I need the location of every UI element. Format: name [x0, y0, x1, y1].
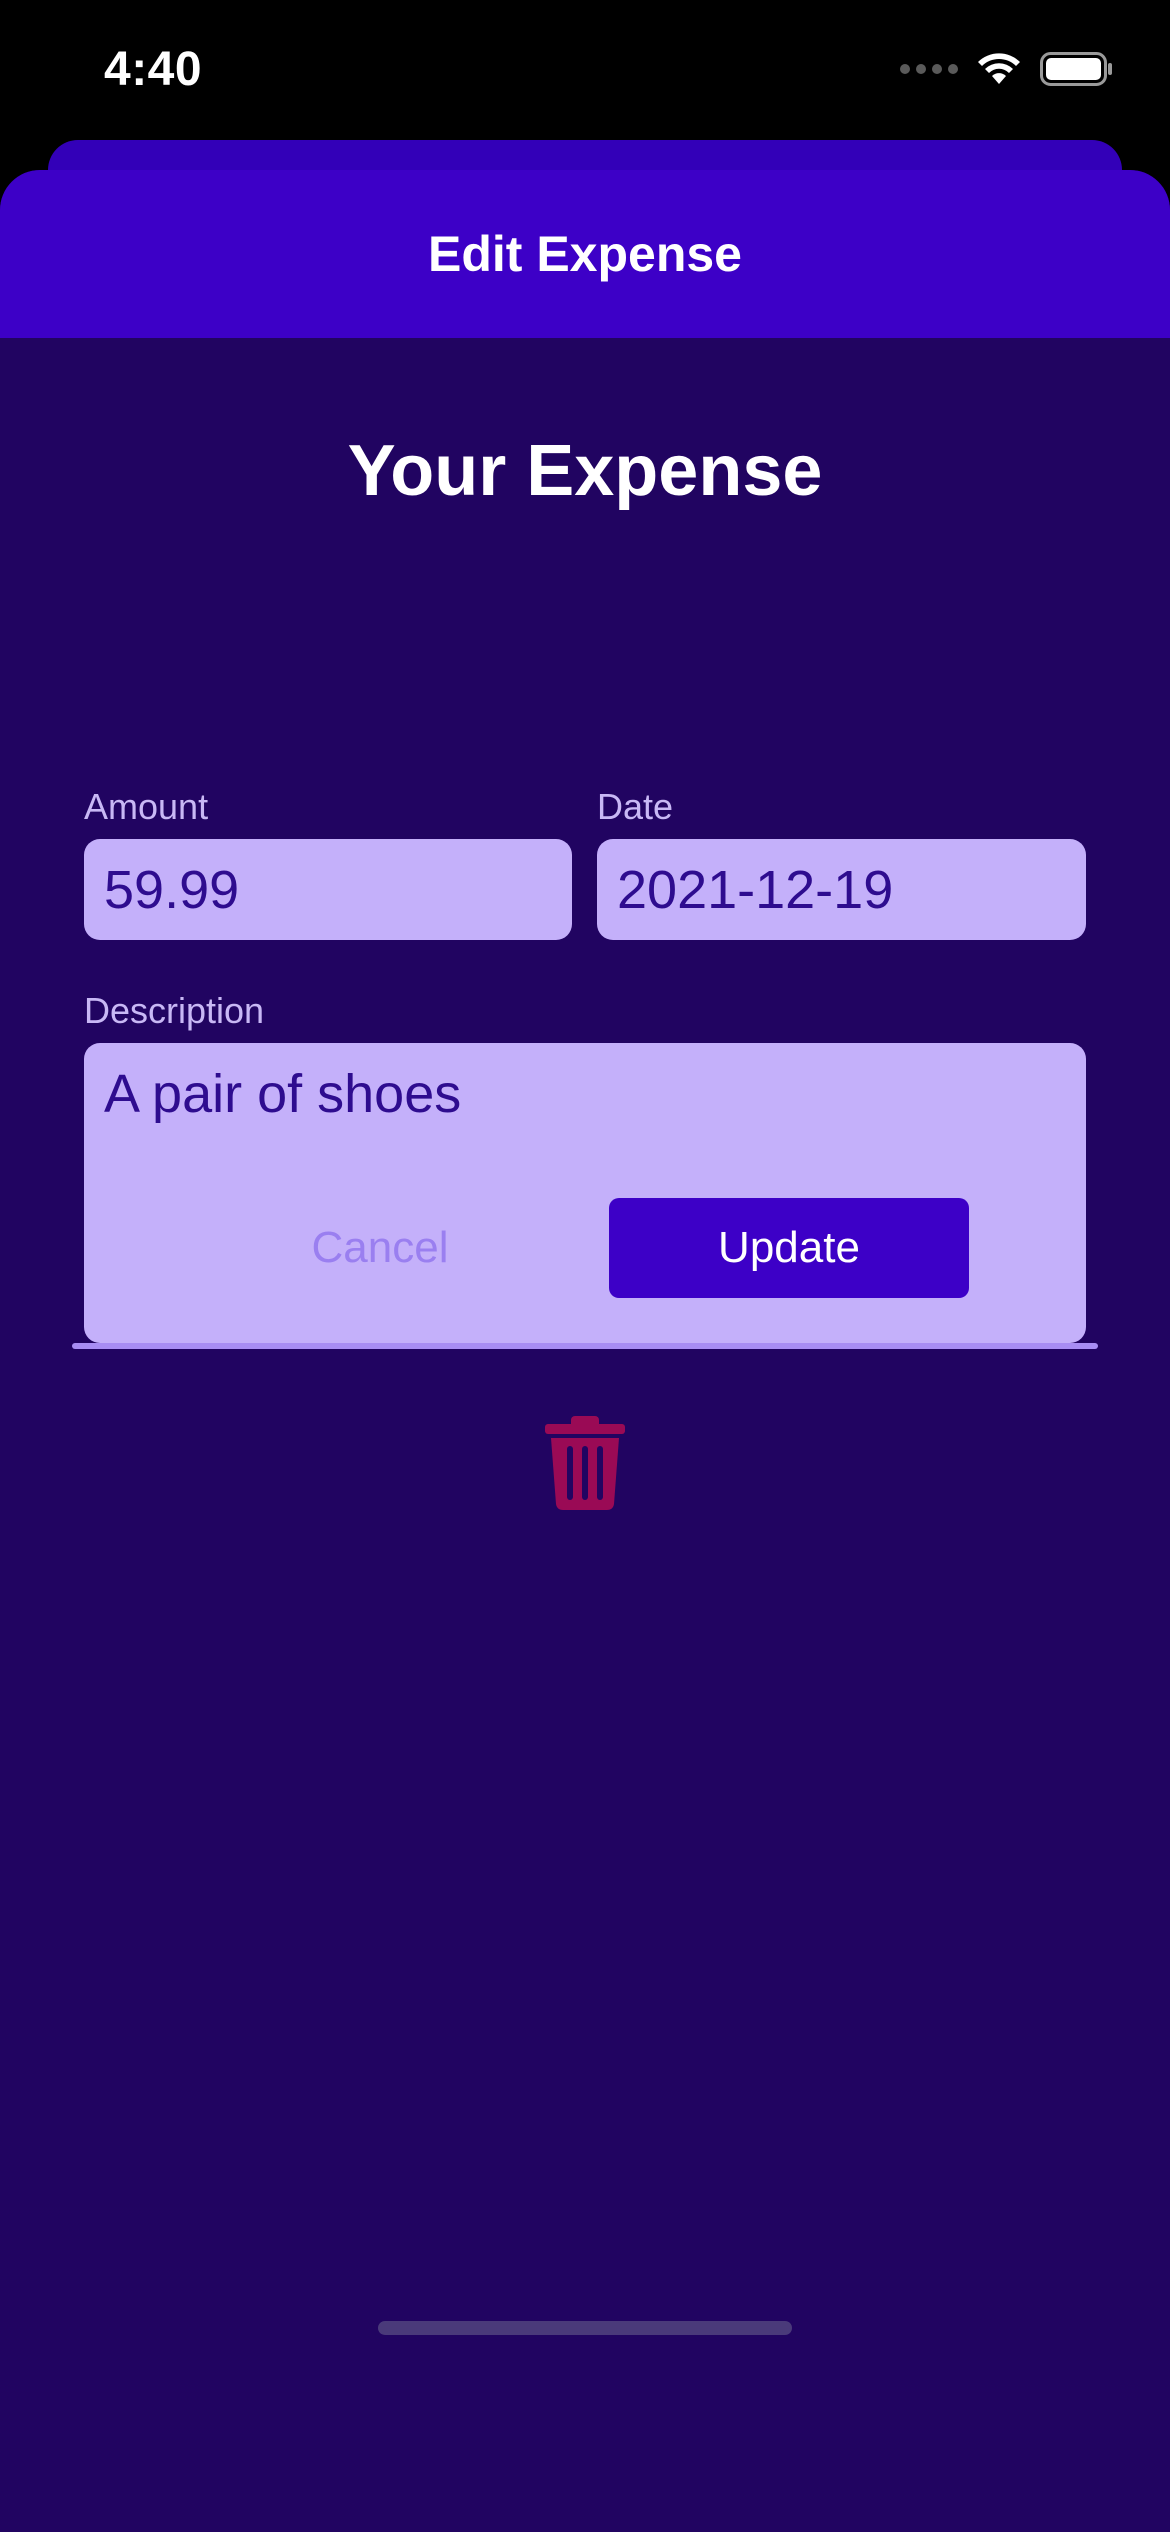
sheet-title: Edit Expense — [428, 226, 742, 282]
date-field[interactable]: 2021-12-19 — [597, 839, 1086, 940]
screen: 4:40 Edit Expense Your Expense Amount 59… — [0, 0, 1170, 2532]
update-button[interactable]: Update — [609, 1198, 969, 1298]
wifi-icon — [978, 53, 1020, 84]
edit-expense-sheet: Edit Expense — [0, 170, 1170, 2532]
description-label: Description — [84, 990, 265, 1031]
description-field[interactable]: A pair of shoes — [84, 1043, 1086, 1343]
divider — [72, 1343, 1098, 1349]
amount-label: Amount — [84, 786, 209, 827]
signal-icon — [900, 64, 958, 74]
trash-icon — [545, 1416, 625, 1510]
delete-button[interactable] — [540, 1408, 630, 1518]
cancel-button[interactable]: Cancel — [250, 1198, 510, 1298]
amount-field[interactable]: 59.99 — [84, 839, 572, 940]
sheet-header: Edit Expense — [0, 170, 1170, 338]
status-time: 4:40 — [104, 43, 203, 96]
date-label: Date — [597, 786, 674, 827]
status-icons — [900, 52, 1114, 86]
form-heading: Your Expense — [347, 431, 823, 511]
battery-icon — [1040, 52, 1112, 86]
home-indicator[interactable] — [378, 2321, 792, 2335]
